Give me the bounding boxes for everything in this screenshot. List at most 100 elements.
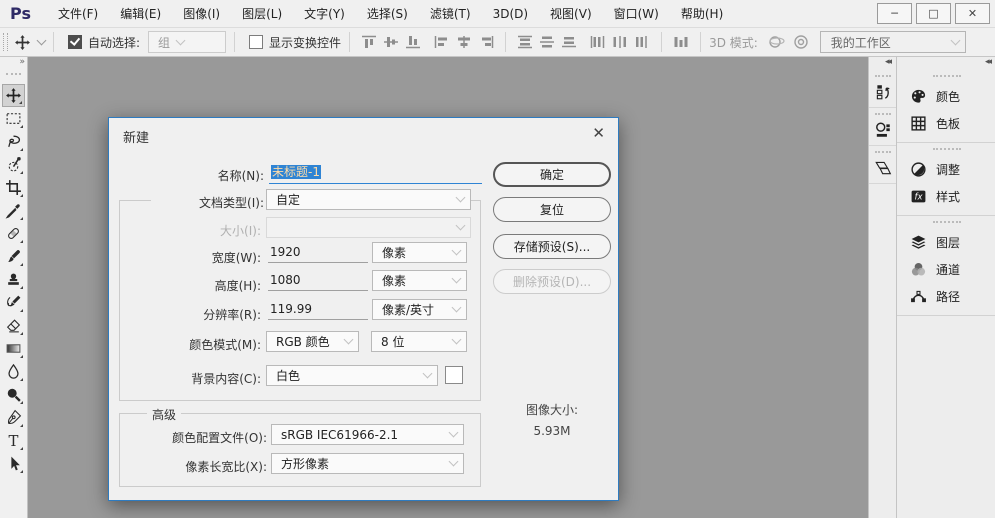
toolbox-grip[interactable] [6,73,21,78]
width-unit-dropdown[interactable]: 像素 [372,242,467,263]
collapse-arrows-icon[interactable]: ◂◂ [897,56,995,70]
workspace-dropdown[interactable]: 我的工作区 [819,31,966,53]
styles-panel-tab[interactable]: fx 样式 [897,183,995,210]
dodge-icon [7,388,21,402]
menu-image[interactable]: 图像(I) [172,5,231,22]
align-top-edges-icon[interactable] [361,35,377,49]
adjustments-panel-tab[interactable]: 调整 [897,156,995,183]
type-tool[interactable]: T [2,429,25,452]
properties-panel-icon [875,122,890,137]
blur-tool[interactable] [2,360,25,383]
save-preset-button[interactable]: 存储预设(S)... [493,234,611,259]
color-panel-label: 颜色 [936,90,961,104]
menu-help[interactable]: 帮助(H) [670,5,734,22]
paths-panel-tab[interactable]: 路径 [897,283,995,310]
info-panel-button[interactable] [869,146,896,184]
crop-icon [6,180,21,195]
separator [349,32,351,52]
rectangular-marquee-tool[interactable] [2,107,25,130]
crop-tool[interactable] [2,176,25,199]
gradient-tool[interactable] [2,337,25,360]
color-panel-tab[interactable]: 颜色 [897,83,995,110]
background-dropdown[interactable]: 白色 [266,365,438,386]
resolution-unit-dropdown[interactable]: 像素/英寸 [372,299,467,320]
menu-edit[interactable]: 编辑(E) [109,5,172,22]
advanced-legend[interactable]: 高级 [147,406,182,423]
move-tool-icon [15,34,30,50]
reset-button[interactable]: 复位 [493,197,611,222]
pixel-aspect-dropdown[interactable]: 方形像素 [271,453,464,474]
height-input[interactable]: 1080 [268,273,368,291]
maximize-button[interactable]: □ [916,3,951,24]
marquee-icon [6,113,21,124]
minimize-button[interactable]: ─ [877,3,912,24]
clone-stamp-tool[interactable] [2,268,25,291]
menu-3d[interactable]: 3D(D) [482,7,539,21]
bit-depth-dropdown[interactable]: 8 位 [371,331,467,352]
ok-button[interactable]: 确定 [493,162,611,187]
align-bottom-edges-icon[interactable] [405,35,421,49]
move-tool[interactable] [2,84,25,107]
close-button[interactable]: ✕ [955,3,990,24]
menu-filter[interactable]: 滤镜(T) [419,5,482,22]
brush-tool[interactable] [2,245,25,268]
show-transform-checkbox[interactable] [249,35,264,49]
align-vertical-centers-icon[interactable] [383,35,399,49]
chevron-down-icon [175,35,186,45]
resolution-input[interactable]: 119.99 [268,302,368,320]
menu-window[interactable]: 窗口(W) [603,5,670,22]
height-unit-dropdown[interactable]: 像素 [372,270,467,291]
history-panel-button[interactable] [869,70,896,108]
menu-select[interactable]: 选择(S) [356,5,419,22]
tool-preset-chevron-icon[interactable] [36,35,47,45]
toolbox-expand-icon[interactable]: » [0,56,27,70]
options-grip[interactable] [3,33,8,51]
width-input[interactable]: 1920 [268,245,368,263]
auto-select-checkbox[interactable] [68,35,82,49]
history-brush-tool[interactable] [2,291,25,314]
menu-type[interactable]: 文字(Y) [293,5,356,22]
distribute-spacing-icon[interactable] [673,35,689,49]
distribute-left-edges-icon[interactable] [590,35,606,49]
dialog-close-icon[interactable]: ✕ [592,124,605,142]
distribute-top-edges-icon[interactable] [517,35,533,49]
menu-layer[interactable]: 图层(L) [231,5,293,22]
menu-view[interactable]: 视图(V) [539,5,603,22]
spot-healing-brush-tool[interactable] [2,222,25,245]
distribute-horizontal-centers-icon[interactable] [612,35,628,49]
color-profile-dropdown[interactable]: sRGB IEC61966-2.1 [271,424,464,445]
3d-orbit-icon[interactable] [766,34,786,50]
path-selection-tool[interactable] [2,452,25,475]
collapse-arrows-icon[interactable]: ◂◂ [869,56,896,70]
3d-rotate-icon[interactable] [792,34,810,50]
properties-panel-button[interactable] [869,108,896,146]
align-horizontal-centers-icon[interactable] [456,35,472,49]
layers-panel-tab[interactable]: 图层 [897,229,995,256]
distribute-bottom-edges-icon[interactable] [561,35,577,49]
align-left-edges-icon[interactable] [434,35,450,49]
distribute-vertical-centers-icon[interactable] [539,35,555,49]
paths-panel-label: 路径 [936,290,961,304]
name-input[interactable]: 未标题-1 [269,163,482,184]
lasso-tool[interactable] [2,130,25,153]
pixel-aspect-value: 方形像素 [281,457,330,471]
background-color-swatch[interactable] [445,366,463,384]
color-mode-dropdown[interactable]: RGB 颜色 [266,331,359,352]
swatches-panel-tab[interactable]: 色板 [897,110,995,137]
chevron-down-icon [343,334,354,345]
info-panel-icon [874,161,891,175]
quick-selection-tool[interactable] [2,153,25,176]
align-right-edges-icon[interactable] [478,35,494,49]
channels-panel-tab[interactable]: 通道 [897,256,995,283]
menu-file[interactable]: 文件(F) [47,5,109,22]
distribute-right-edges-icon[interactable] [634,35,650,49]
group-value: 组 [158,35,171,50]
doc-type-dropdown[interactable]: 自定 [266,189,471,210]
dodge-tool[interactable] [2,383,25,406]
auto-select-group-dropdown[interactable]: 组 [148,31,227,53]
eyedropper-tool[interactable] [2,199,25,222]
pen-tool[interactable] [2,406,25,429]
delete-preset-button: 删除预设(D)... [493,269,611,294]
new-document-dialog: 新建 ✕ 名称(N): 未标题-1 文档类型(I): 自定 大小(I): 宽度(… [108,117,619,501]
eraser-tool[interactable] [2,314,25,337]
